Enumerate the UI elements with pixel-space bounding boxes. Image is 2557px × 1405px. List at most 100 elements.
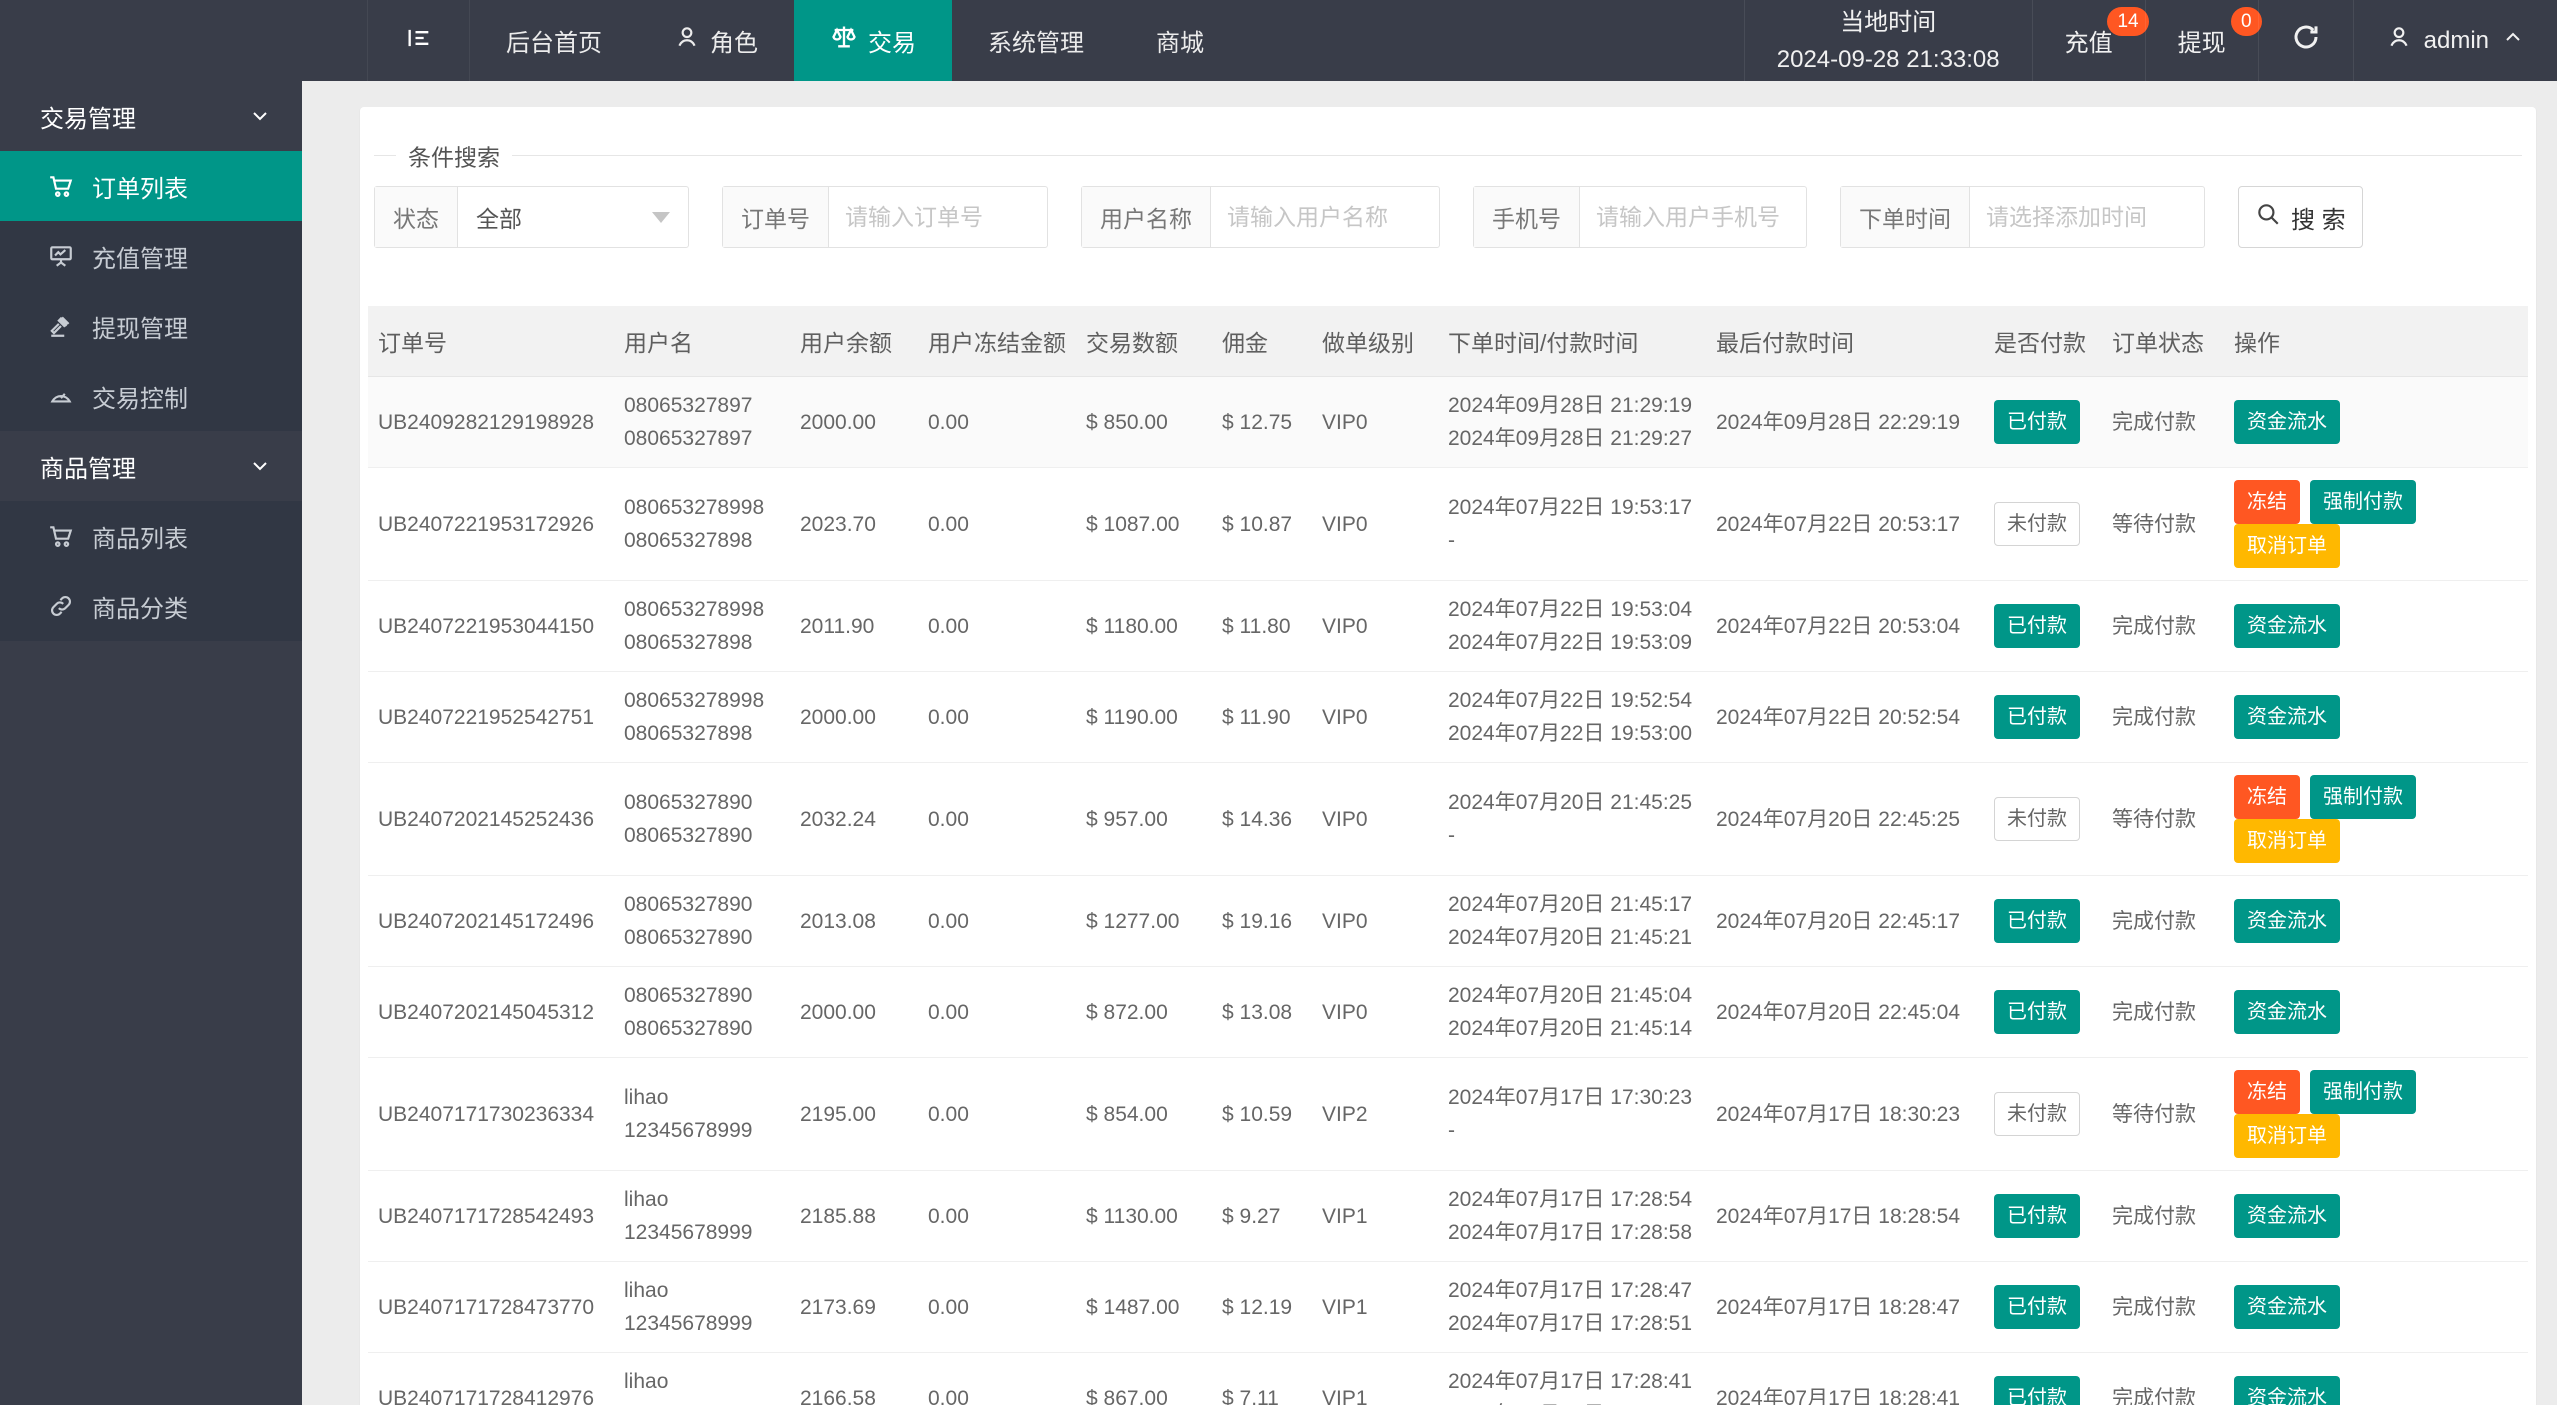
nav-item-mall[interactable]: 商城 <box>1120 0 1240 81</box>
unpaid-badge[interactable]: 未付款 <box>1994 797 2080 841</box>
action-force-button[interactable]: 强制付款 <box>2310 775 2416 819</box>
order-status-cell: 完成付款 <box>2102 1170 2224 1262</box>
sidebar-group-product-items: 商品列表 商品分类 <box>0 501 302 641</box>
chart-board-icon <box>48 243 74 269</box>
paid-badge[interactable]: 已付款 <box>1994 990 2080 1034</box>
search-icon <box>2255 201 2281 234</box>
order-time-input[interactable] <box>1970 187 2204 247</box>
unpaid-badge[interactable]: 未付款 <box>1994 502 2080 546</box>
action-cancel-button[interactable]: 取消订单 <box>2234 819 2340 863</box>
vip-level-cell-text: VIP0 <box>1322 614 1368 638</box>
action-force-button[interactable]: 强制付款 <box>2310 480 2416 524</box>
order-no-cell-text: UB2407171728542493 <box>378 1204 595 1228</box>
withdraw-button[interactable]: 提现 0 <box>2144 0 2262 81</box>
order-no-input[interactable] <box>829 187 1047 247</box>
order-no-cell-text: UB2407171728473770 <box>378 1295 595 1319</box>
nav-item-dashboard[interactable]: 后台首页 <box>470 0 638 81</box>
action-flow-button[interactable]: 资金流水 <box>2234 400 2340 444</box>
action-flow-button[interactable]: 资金流水 <box>2234 990 2340 1034</box>
paid-badge[interactable]: 已付款 <box>1994 1376 2080 1405</box>
nav-label: 角色 <box>710 30 758 57</box>
sidebar-group-trade-management[interactable]: 交易管理 <box>0 81 302 151</box>
action-cancel-button[interactable]: 取消订单 <box>2234 524 2340 568</box>
action-flow-button[interactable]: 资金流水 <box>2234 899 2340 943</box>
action-flow-button[interactable]: 资金流水 <box>2234 695 2340 739</box>
sidebar-item-withdraw-management[interactable]: 提现管理 <box>0 291 302 361</box>
order-pay-time-cell: 2024年07月17日 17:28:54 2024年07月17日 17:28:58 <box>1438 1170 1706 1262</box>
status-select[interactable]: 全部 <box>458 187 688 247</box>
action-flow-button[interactable]: 资金流水 <box>2234 604 2340 648</box>
commission-cell-text: $ 11.80 <box>1222 614 1291 638</box>
sidebar-item-trade-control[interactable]: 交易控制 <box>0 361 302 431</box>
sidebar-item-recharge-management[interactable]: 充值管理 <box>0 221 302 291</box>
order-pay-time-cell-text: 2024年07月17日 17:28:41 <box>1448 1370 1693 1393</box>
order-no-cell-text: UB2407221952542751 <box>378 705 595 729</box>
order-status-cell-text: 等待付款 <box>2112 512 2196 536</box>
column-header-2: 用户余额 <box>790 306 918 377</box>
order-no-cell-text: UB2407202145252436 <box>378 807 595 831</box>
user-name-filter-label: 用户名称 <box>1082 187 1211 247</box>
amount-cell-text: $ 1180.00 <box>1086 614 1178 638</box>
table-header-row: 订单号 用户名 用户余额 用户冻结金额 交易数额 佣金 做单级别 下单时间/付款时间 最后付款时… <box>368 306 2528 377</box>
table-row: UB2409282129198928 08065327897 08065327897… <box>368 376 2528 468</box>
last-pay-time-cell: 2024年07月22日 20:53:04 <box>1706 580 1984 672</box>
search-button[interactable]: 搜 索 <box>2238 186 2363 248</box>
action-force-button[interactable]: 强制付款 <box>2310 1070 2416 1114</box>
amount-cell-text: $ 1277.00 <box>1086 909 1180 933</box>
order-status-cell-text: 完成付款 <box>2112 1204 2196 1228</box>
paid-badge[interactable]: 已付款 <box>1994 604 2080 648</box>
sidebar-item-label: 商品列表 <box>92 525 188 553</box>
unpaid-badge[interactable]: 未付款 <box>1994 1092 2080 1136</box>
order-pay-time-cell: 2024年07月20日 21:45:25 - <box>1438 762 1706 876</box>
paid-badge[interactable]: 已付款 <box>1994 899 2080 943</box>
action-cancel-button[interactable]: 取消订单 <box>2234 1114 2340 1158</box>
phone-input[interactable] <box>1580 187 1806 247</box>
frozen-cell: 0.00 <box>918 376 1076 468</box>
balance-cell-text: 2195.00 <box>800 1102 876 1126</box>
user-cell-text: 12345678999 <box>624 1312 753 1335</box>
nav-item-trade[interactable]: 交易 <box>794 0 952 81</box>
paid-badge[interactable]: 已付款 <box>1994 1285 2080 1329</box>
nav-item-system[interactable]: 系统管理 <box>952 0 1120 81</box>
user-cell-text: 08065327897 <box>624 427 753 450</box>
sidebar-toggle-button[interactable] <box>368 0 470 81</box>
sidebar-group-product-management[interactable]: 商品管理 <box>0 431 302 501</box>
frozen-cell: 0.00 <box>918 1057 1076 1171</box>
actions-cell: 冻结 强制付款取消订单 <box>2224 762 2528 876</box>
frozen-cell-text: 0.00 <box>928 512 969 536</box>
paid-badge[interactable]: 已付款 <box>1994 1194 2080 1238</box>
sidebar-item-product-list[interactable]: 商品列表 <box>0 501 302 571</box>
nav-item-roles[interactable]: 角色 <box>638 0 794 81</box>
user-cell-text: 08065327890 <box>624 926 753 949</box>
last-pay-time-cell: 2024年07月20日 22:45:25 <box>1706 762 1984 876</box>
sidebar-item-product-category[interactable]: 商品分类 <box>0 571 302 641</box>
table-row: UB2407171728542493 lihao 12345678999 2185.8… <box>368 1170 2528 1262</box>
action-freeze-button[interactable]: 冻结 <box>2234 1070 2300 1114</box>
paid-badge[interactable]: 已付款 <box>1994 695 2080 739</box>
user-cell: lihao 12345678999 <box>614 1261 790 1353</box>
refresh-button[interactable] <box>2257 0 2353 81</box>
paid-status-cell: 已付款 <box>1984 671 2102 763</box>
order-pay-time-cell: 2024年07月22日 19:52:54 2024年07月22日 19:53:00 <box>1438 671 1706 763</box>
paid-status-cell: 已付款 <box>1984 1170 2102 1262</box>
action-flow-button[interactable]: 资金流水 <box>2234 1376 2340 1405</box>
user-cell-text: 08065327890 <box>624 824 753 847</box>
action-flow-button[interactable]: 资金流水 <box>2234 1285 2340 1329</box>
user-cell-text: 08065327890 <box>624 1017 753 1040</box>
actions-cell: 资金流水 <box>2224 580 2528 672</box>
balance-cell: 2000.00 <box>790 671 918 763</box>
table-body: UB2409282129198928 08065327897 08065327897… <box>368 376 2528 1405</box>
action-flow-button[interactable]: 资金流水 <box>2234 1194 2340 1238</box>
sidebar-item-order-list[interactable]: 订单列表 <box>0 151 302 221</box>
frozen-cell-text: 0.00 <box>928 1386 969 1405</box>
action-freeze-button[interactable]: 冻结 <box>2234 480 2300 524</box>
user-name-input[interactable] <box>1211 187 1439 247</box>
admin-menu[interactable]: admin <box>2352 0 2557 81</box>
amount-cell: $ 957.00 <box>1076 762 1212 876</box>
order-no-cell: UB2409282129198928 <box>368 376 614 468</box>
action-freeze-button[interactable]: 冻结 <box>2234 775 2300 819</box>
order-status-cell: 完成付款 <box>2102 671 2224 763</box>
recharge-button[interactable]: 充值 14 <box>2031 0 2149 81</box>
order-pay-time-cell-text: 2024年07月17日 17:28:45 <box>1448 1398 1696 1405</box>
paid-badge[interactable]: 已付款 <box>1994 400 2080 444</box>
